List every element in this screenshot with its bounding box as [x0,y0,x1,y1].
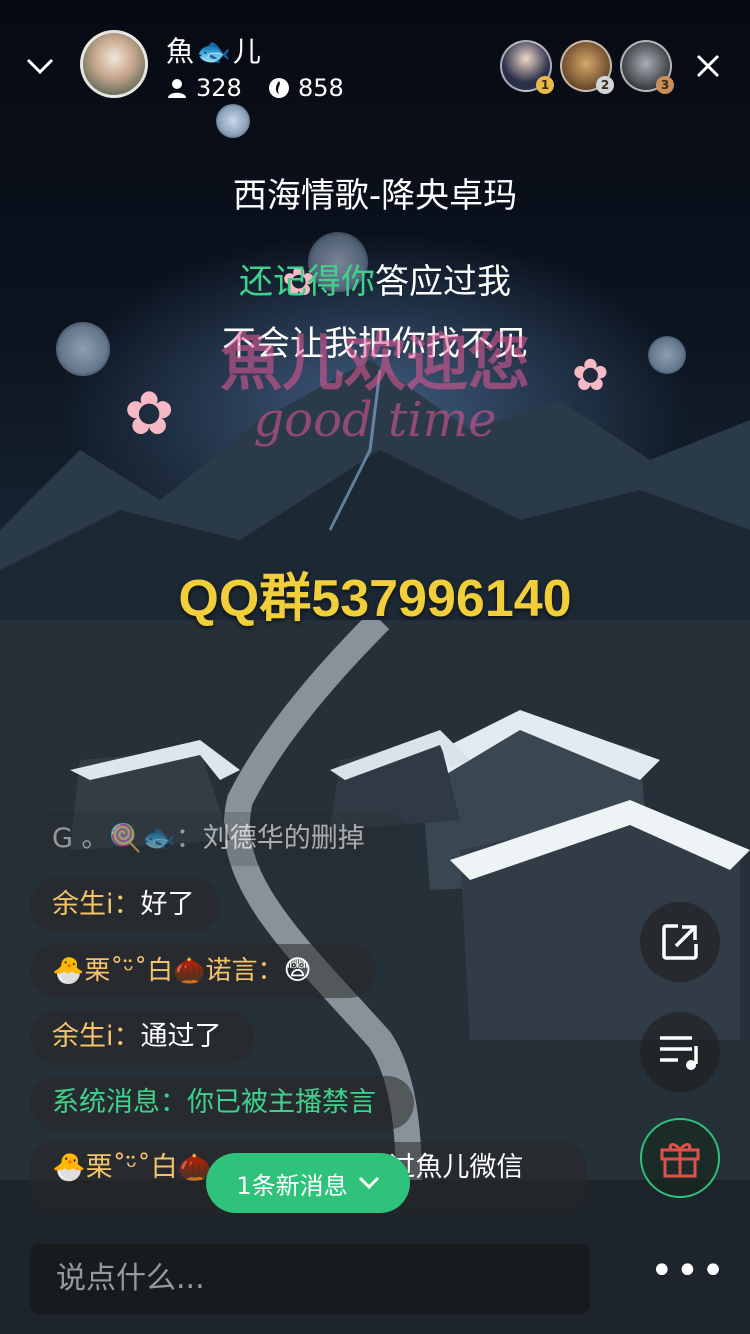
viewer-avatar[interactable]: 2 [560,40,614,94]
share-icon [662,924,698,960]
chat-message: 🐣栗˚ᵕ̈˚白🌰诺言：😨 [30,944,376,998]
lyric-line-current: 还记得你答应过我 [0,254,750,303]
host-avatar[interactable] [80,30,148,98]
lyric-highlight: 还记得你 [239,262,375,302]
playlist-button[interactable] [640,1012,720,1092]
chat-message: G 。🍭🐟：刘德华的删掉 [30,812,410,866]
share-button[interactable] [640,902,720,982]
chevron-down-icon[interactable] [22,48,58,84]
close-icon[interactable] [692,50,724,82]
flame-icon [269,78,289,98]
system-label: 系统消息： [52,1087,187,1118]
host-name: 魚🐟儿 [166,35,263,68]
top-bar: 魚🐟儿 328 858 1 2 3 [0,0,750,120]
viewer-avatar[interactable]: 3 [620,40,674,94]
chat-message: 余生i：好了 [30,878,220,932]
rank-badge: 1 [536,76,554,94]
chat-text: 刘德华的删掉 [202,823,365,854]
chat-username: 余生i： [52,889,141,920]
hot-count: 858 [298,74,344,102]
chat-username: 🐣栗˚ᵕ̈˚白🌰诺言： [52,956,284,986]
followers-stat: 328 [166,74,242,102]
welcome-watermark: 魚儿欢迎您 [219,326,530,399]
chat-text: 通过了 [140,1021,222,1052]
rank-badge: 2 [596,76,614,94]
new-message-label: 1条新消息 [236,1171,348,1200]
chat-text: 好了 [140,889,195,920]
gift-icon [660,1143,700,1178]
system-text: 你已被主播禁言 [187,1087,376,1118]
system-message: 系统消息：你已被主播禁言 [30,1076,414,1130]
good-time-watermark: good time [253,392,497,448]
user-icon [168,79,186,98]
chevron-down-icon [358,1176,379,1190]
chat-text: 😨 [283,955,312,986]
qq-group-text: QQ群537996140 [178,570,572,628]
more-icon[interactable]: ••• [650,1248,725,1294]
playlist-icon [660,1036,698,1070]
rank-badge: 3 [656,76,674,94]
hot-stat: 858 [268,74,344,102]
chat-message: 余生i：通过了 [30,1010,254,1064]
lyric-rest: 答应过我 [375,262,511,302]
chat-username: 🐣栗˚ᵕ̈˚白🌰 [52,1152,212,1183]
gift-button[interactable] [640,1118,720,1198]
comment-input[interactable]: 说点什么... [30,1244,590,1314]
chat-username: 余生i： [52,1021,141,1052]
new-message-button[interactable]: 1条新消息 [206,1153,410,1213]
viewer-avatar[interactable]: 1 [500,40,554,94]
followers-count: 328 [196,74,242,102]
chat-username: G 。🍭🐟： [52,823,203,854]
song-title: 西海情歌-降央卓玛 [232,176,518,216]
